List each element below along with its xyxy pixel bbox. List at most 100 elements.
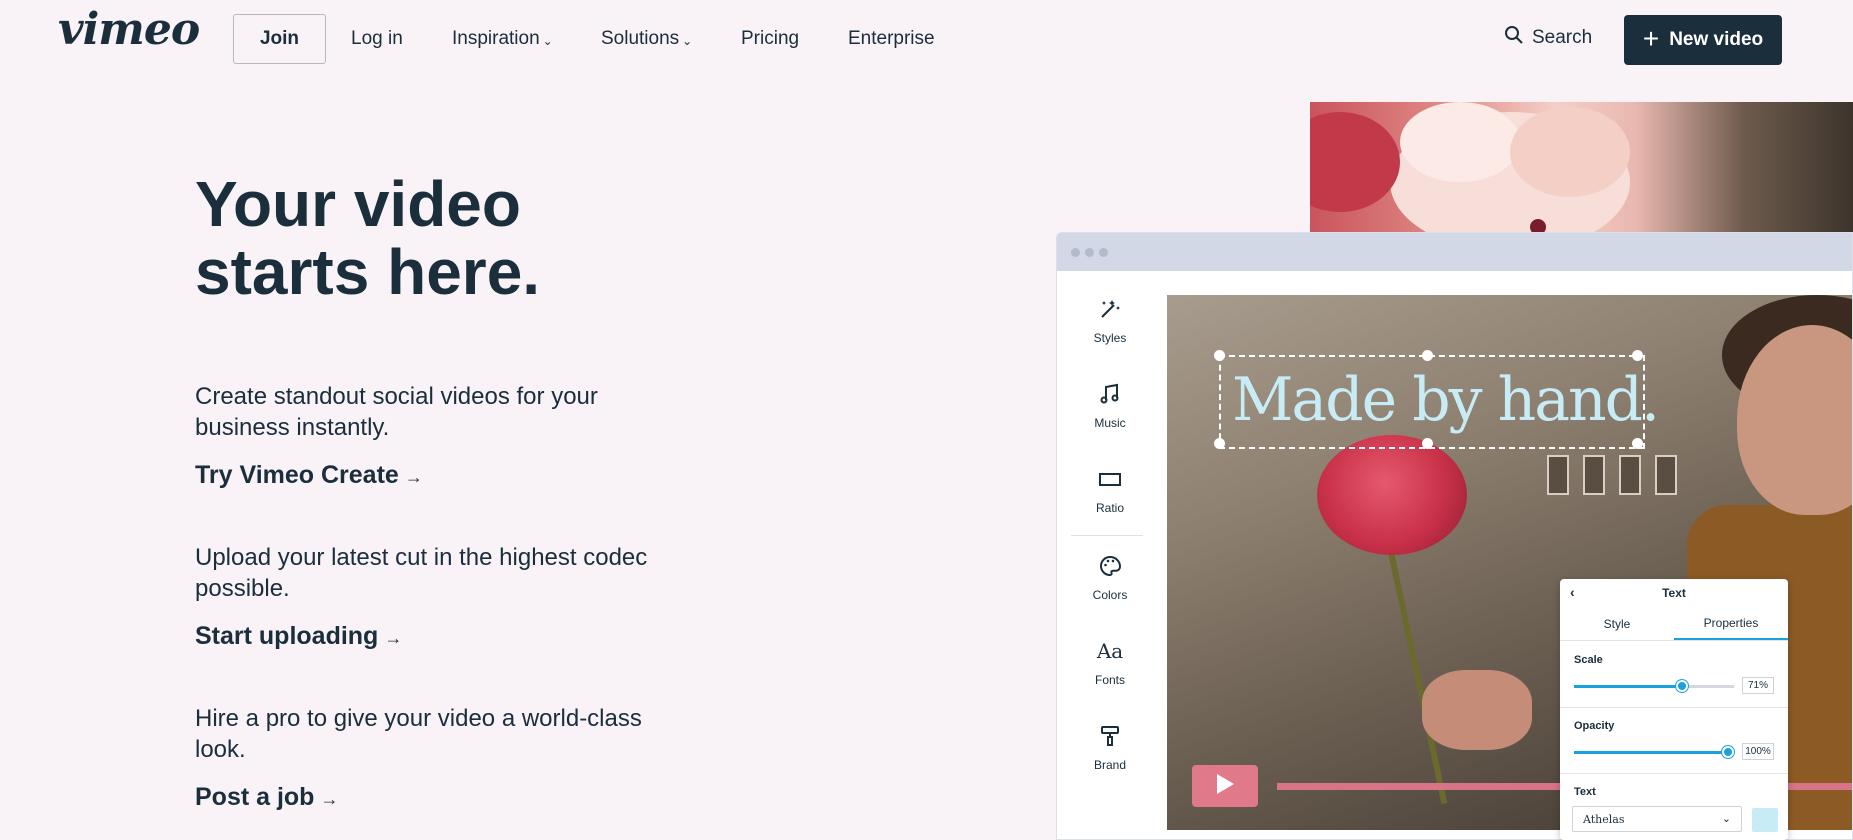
play-button[interactable]: [1192, 765, 1258, 807]
tool-colors[interactable]: Colors: [1071, 548, 1149, 618]
nav-pricing[interactable]: Pricing: [741, 28, 799, 50]
nav-enterprise[interactable]: Enterprise: [848, 28, 935, 50]
resize-handle[interactable]: [1422, 350, 1433, 361]
chevron-down-icon: ⌄: [542, 33, 553, 48]
hero-title: Your video starts here.: [195, 170, 615, 306]
vimeo-logo[interactable]: vimeo: [58, 4, 200, 55]
opacity-slider[interactable]: [1574, 746, 1734, 758]
flower-photo: [1310, 102, 1853, 232]
text-properties-panel: ‹ Text Style Properties Scale 71% Opacit…: [1560, 579, 1788, 840]
try-vimeo-create-link[interactable]: Try Vimeo Create →: [195, 461, 423, 490]
hero-title-line1: Your video: [195, 168, 521, 240]
font-select[interactable]: Athelas ⌄: [1572, 806, 1742, 832]
nav-inspiration[interactable]: Inspiration ⌄: [452, 28, 553, 50]
nav-pricing-label: Pricing: [741, 28, 800, 49]
window-dot: [1085, 248, 1094, 257]
tool-brand-label: Brand: [1093, 758, 1127, 772]
site-header: vimeo Join Log in Inspiration ⌄ Solution…: [0, 0, 1853, 80]
panel-divider: [1560, 707, 1788, 708]
chevron-down-icon: ⌄: [1721, 813, 1731, 825]
window-titlebar: [1057, 233, 1852, 271]
join-button[interactable]: Join: [233, 14, 326, 64]
opacity-slider-fill: [1574, 751, 1728, 754]
hire-block: Hire a pro to give your video a world-cl…: [195, 703, 655, 812]
tool-brand[interactable]: Brand: [1071, 718, 1149, 788]
arrow-right-icon: →: [404, 467, 423, 487]
arrow-right-icon: →: [320, 789, 339, 809]
tool-fonts-label: Fonts: [1094, 673, 1125, 687]
fonts-icon: Aa: [1096, 639, 1124, 663]
scale-slider-fill: [1574, 685, 1682, 688]
post-a-job-label: Post a job: [195, 783, 315, 811]
opacity-value[interactable]: 100%: [1742, 743, 1774, 760]
opacity-label: Opacity: [1574, 720, 1615, 732]
nav-solutions-label: Solutions: [601, 28, 680, 49]
paint-roller-icon: [1098, 718, 1122, 754]
search-button[interactable]: Search: [1504, 25, 1592, 51]
music-note-icon: [1098, 376, 1122, 412]
scale-label: Scale: [1574, 654, 1603, 666]
panel-tabs: Style Properties: [1560, 607, 1788, 641]
panel-title: Text: [1662, 586, 1686, 600]
wall-frame: [1583, 455, 1605, 495]
hire-description: Hire a pro to give your video a world-cl…: [195, 705, 642, 763]
text-label: Text: [1574, 786, 1596, 798]
font-select-value: Athelas: [1583, 812, 1625, 826]
plus-icon: +: [1642, 22, 1660, 54]
tool-colors-label: Colors: [1092, 588, 1128, 602]
nav-solutions[interactable]: Solutions ⌄: [601, 28, 692, 50]
tool-music-label: Music: [1094, 416, 1126, 430]
scale-value[interactable]: 71%: [1742, 677, 1774, 694]
tool-styles-label: Styles: [1093, 331, 1127, 345]
tool-divider: [1071, 535, 1143, 536]
create-description: Create standout social videos for your b…: [195, 383, 598, 441]
tool-ratio-label: Ratio: [1095, 501, 1124, 515]
tool-ratio[interactable]: Ratio: [1071, 461, 1149, 531]
scale-slider-knob[interactable]: [1675, 680, 1688, 692]
palette-icon: [1098, 548, 1122, 584]
chevron-down-icon: ⌄: [682, 33, 693, 48]
hero-title-line2: starts here.: [195, 236, 541, 308]
search-label: Search: [1532, 27, 1593, 48]
tool-styles[interactable]: Styles: [1071, 291, 1149, 361]
start-uploading-link[interactable]: Start uploading →: [195, 622, 402, 651]
ratio-rectangle-icon: [1098, 461, 1122, 497]
login-link[interactable]: Log in: [351, 28, 403, 50]
tab-style[interactable]: Style: [1560, 607, 1674, 640]
resize-handle[interactable]: [1214, 438, 1225, 449]
try-vimeo-create-label: Try Vimeo Create: [195, 461, 399, 489]
arrow-right-icon: →: [384, 628, 403, 648]
wall-art: [1547, 455, 1727, 515]
login-label: Log in: [351, 28, 403, 49]
search-icon: [1504, 25, 1524, 51]
resize-handle[interactable]: [1632, 350, 1643, 361]
wall-frame: [1547, 455, 1569, 495]
tool-fonts[interactable]: Aa Fonts: [1071, 633, 1149, 703]
tool-music[interactable]: Music: [1071, 376, 1149, 446]
resize-handle[interactable]: [1214, 350, 1225, 361]
hand: [1422, 670, 1532, 750]
wall-frame: [1619, 455, 1641, 495]
text-color-swatch[interactable]: [1752, 808, 1778, 832]
upload-description: Upload your latest cut in the highest co…: [195, 544, 648, 602]
play-icon: [1215, 773, 1235, 800]
panel-divider: [1560, 773, 1788, 774]
wall-frame: [1655, 455, 1677, 495]
create-block: Create standout social videos for your b…: [195, 381, 655, 490]
resize-handle[interactable]: [1422, 438, 1433, 449]
start-uploading-label: Start uploading: [195, 622, 379, 650]
post-a-job-link[interactable]: Post a job →: [195, 783, 338, 812]
nav-inspiration-label: Inspiration: [452, 28, 540, 49]
opacity-slider-knob[interactable]: [1721, 746, 1734, 758]
overlay-text[interactable]: Made by hand.: [1232, 365, 1660, 435]
new-video-button[interactable]: + New video: [1624, 15, 1782, 65]
nav-enterprise-label: Enterprise: [848, 28, 935, 49]
peony-bloom: [1317, 435, 1467, 555]
window-dot: [1071, 248, 1080, 257]
scale-slider[interactable]: [1574, 680, 1734, 692]
window-dot: [1099, 248, 1108, 257]
chevron-left-icon[interactable]: ‹: [1570, 584, 1575, 600]
tab-properties[interactable]: Properties: [1674, 607, 1788, 640]
upload-block: Upload your latest cut in the highest co…: [195, 542, 655, 651]
resize-handle[interactable]: [1632, 438, 1643, 449]
